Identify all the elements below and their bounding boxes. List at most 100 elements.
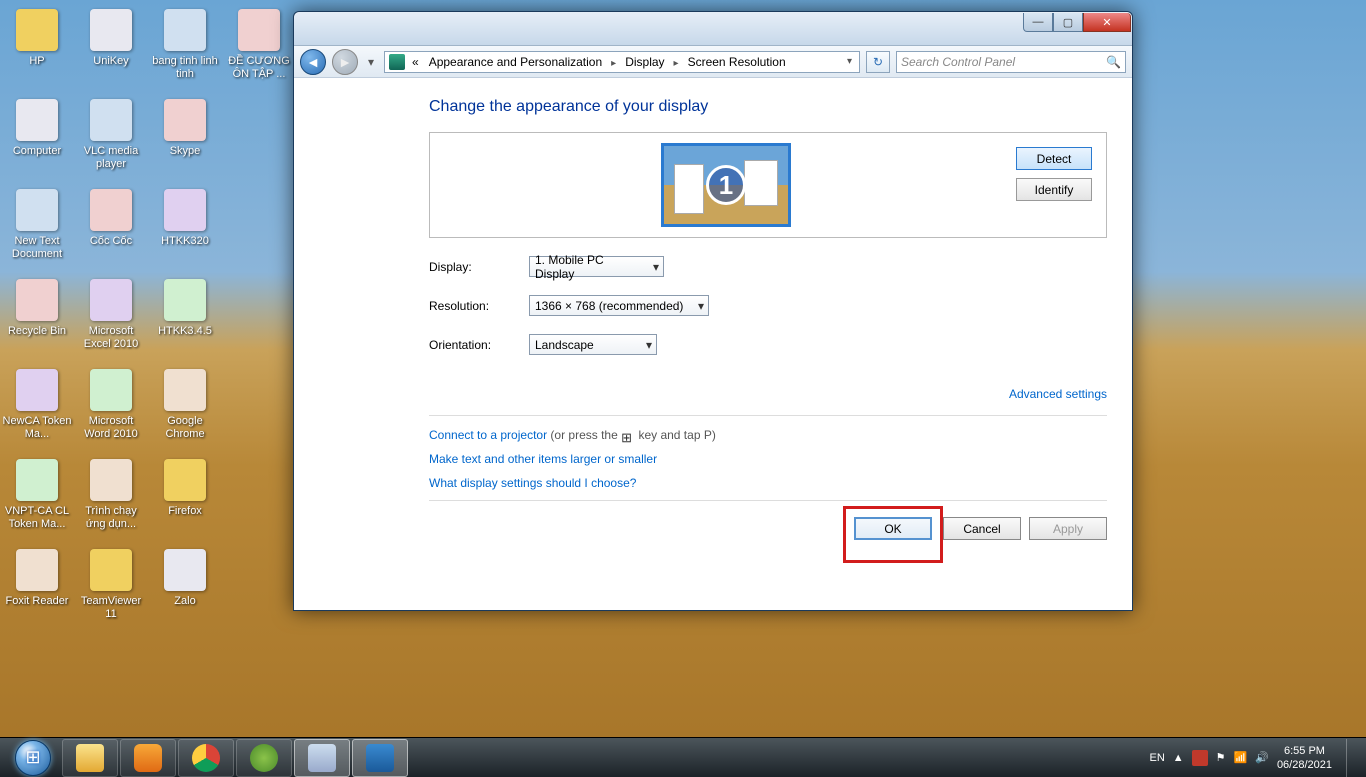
desktop-icon[interactable]: Cốc Cốc <box>74 185 148 275</box>
dialog-button-row: OK Cancel Apply <box>429 500 1107 552</box>
desktop-icon-label: HTKK3.4.5 <box>156 325 214 338</box>
taskbar-explorer[interactable] <box>62 739 118 777</box>
desktop-icon[interactable]: bang tinh linh tinh <box>148 5 222 95</box>
desktop-icon[interactable]: HP <box>0 5 74 95</box>
nav-back-button[interactable]: ◄ <box>300 49 326 75</box>
breadcrumb-prefix[interactable]: « <box>409 54 422 70</box>
detect-button[interactable]: Detect <box>1016 147 1092 170</box>
ok-highlight-annotation: OK <box>843 506 943 563</box>
app-icon <box>90 99 132 141</box>
app-icon <box>90 369 132 411</box>
clock[interactable]: 6:55 PM 06/28/2021 <box>1277 744 1332 772</box>
display-dropdown[interactable]: 1. Mobile PC Display <box>529 256 664 277</box>
app-icon <box>16 189 58 231</box>
desktop-icon[interactable]: Zalo <box>148 545 222 635</box>
system-tray: EN ▲ ⚑ 📶 🔊 6:55 PM 06/28/2021 <box>1149 739 1360 777</box>
nav-forward-button[interactable]: ► <box>332 49 358 75</box>
projector-row: Connect to a projector (or press the key… <box>429 428 1107 442</box>
orientation-label: Orientation: <box>429 338 529 352</box>
app-icon <box>90 9 132 51</box>
desktop-icon[interactable]: Skype <box>148 95 222 185</box>
desktop-icon[interactable]: NewCA Token Ma... <box>0 365 74 455</box>
taskbar-mediaplayer[interactable] <box>120 739 176 777</box>
monitor-thumbnail-1[interactable]: 1 <box>661 143 791 227</box>
desktop-icon[interactable]: HTKK320 <box>148 185 222 275</box>
desktop-icon[interactable]: Microsoft Excel 2010 <box>74 275 148 365</box>
desktop-icon-label: Microsoft Word 2010 <box>74 415 148 441</box>
desktop-icon-label: Google Chrome <box>148 415 222 441</box>
tray-expand-icon[interactable]: ▲ <box>1173 752 1184 764</box>
monitor-preview[interactable]: 1 <box>440 143 1012 227</box>
taskbar-paint[interactable] <box>294 739 350 777</box>
page-heading: Change the appearance of your display <box>429 98 1107 116</box>
taskbar-coccoc[interactable] <box>236 739 292 777</box>
network-icon[interactable]: 📶 <box>1234 751 1248 764</box>
desktop-icon-label: VLC media player <box>74 145 148 171</box>
minimize-button[interactable]: — <box>1023 13 1053 32</box>
app-icon <box>16 459 58 501</box>
volume-icon[interactable]: 🔊 <box>1255 751 1269 764</box>
language-indicator[interactable]: EN <box>1149 752 1164 764</box>
maximize-button[interactable]: ▢ <box>1053 13 1083 32</box>
desktop-icon[interactable]: Foxit Reader <box>0 545 74 635</box>
desktop-icon-label: VNPT-CA CL Token Ma... <box>0 505 74 531</box>
resolution-dropdown[interactable]: 1366 × 768 (recommended) <box>529 295 709 316</box>
desktop-icon-label: Firefox <box>166 505 204 518</box>
chevron-right-icon[interactable] <box>672 55 681 69</box>
breadcrumb-screen-resolution[interactable]: Screen Resolution <box>685 54 789 70</box>
identify-button[interactable]: Identify <box>1016 178 1092 201</box>
show-desktop-button[interactable] <box>1346 739 1356 777</box>
search-input[interactable]: Search Control Panel 🔍 <box>896 51 1126 73</box>
desktop-icon[interactable]: Trình chạy ứng dụn... <box>74 455 148 545</box>
advanced-settings-link[interactable]: Advanced settings <box>1009 387 1107 401</box>
desktop-icon[interactable]: New Text Document <box>0 185 74 275</box>
windows-key-icon <box>621 430 635 442</box>
desktop-icon-label: bang tinh linh tinh <box>148 55 222 81</box>
titlebar: — ▢ ✕ <box>294 12 1132 46</box>
app-icon <box>16 369 58 411</box>
taskbar-display-settings[interactable] <box>352 739 408 777</box>
desktop-icon[interactable]: ĐỀ CƯƠNG ÔN TẬP ... <box>222 5 296 95</box>
connect-projector-link[interactable]: Connect to a projector <box>429 428 547 442</box>
display-label: Display: <box>429 260 529 274</box>
help-link[interactable]: What display settings should I choose? <box>429 476 636 490</box>
desktop-icon[interactable]: Microsoft Word 2010 <box>74 365 148 455</box>
desktop-icon[interactable]: Recycle Bin <box>0 275 74 365</box>
desktop-icon[interactable]: TeamViewer 11 <box>74 545 148 635</box>
search-icon[interactable]: 🔍 <box>1106 55 1121 69</box>
app-icon <box>90 549 132 591</box>
desktop-icon[interactable]: VNPT-CA CL Token Ma... <box>0 455 74 545</box>
tray-app-icon[interactable] <box>1192 750 1208 766</box>
cancel-button[interactable]: Cancel <box>943 517 1021 540</box>
desktop-icon[interactable]: Firefox <box>148 455 222 545</box>
orientation-dropdown[interactable]: Landscape <box>529 334 657 355</box>
search-placeholder: Search Control Panel <box>901 55 1015 69</box>
start-button[interactable] <box>6 739 60 777</box>
close-button[interactable]: ✕ <box>1083 13 1131 32</box>
taskbar-chrome[interactable] <box>178 739 234 777</box>
desktop-icon[interactable]: VLC media player <box>74 95 148 185</box>
desktop-icon-label: Zalo <box>172 595 197 608</box>
app-icon <box>238 9 280 51</box>
monitor-number-badge: 1 <box>706 165 746 205</box>
refresh-button[interactable]: ↻ <box>866 51 890 73</box>
address-bar[interactable]: « Appearance and Personalization Display… <box>384 51 860 73</box>
desktop-icon[interactable]: Google Chrome <box>148 365 222 455</box>
desktop-icon[interactable]: UniKey <box>74 5 148 95</box>
nav-history-dropdown[interactable]: ▾ <box>364 52 378 72</box>
clock-time: 6:55 PM <box>1277 744 1332 758</box>
desktop-icon-label: NewCA Token Ma... <box>0 415 74 441</box>
desktop-icon-label: Cốc Cốc <box>88 235 134 248</box>
desktop-icon[interactable]: Computer <box>0 95 74 185</box>
text-size-link[interactable]: Make text and other items larger or smal… <box>429 452 657 466</box>
breadcrumb-display[interactable]: Display <box>622 54 667 70</box>
ok-button[interactable]: OK <box>854 517 932 540</box>
action-center-icon[interactable]: ⚑ <box>1216 751 1226 764</box>
chevron-right-icon[interactable] <box>609 55 618 69</box>
desktop: HPComputerNew Text DocumentRecycle Bin Ne… <box>0 0 296 640</box>
desktop-icon[interactable]: HTKK3.4.5 <box>148 275 222 365</box>
breadcrumb-appearance[interactable]: Appearance and Personalization <box>426 54 605 70</box>
app-icon <box>164 459 206 501</box>
apply-button[interactable]: Apply <box>1029 517 1107 540</box>
address-dropdown-icon[interactable]: ▾ <box>844 56 855 67</box>
